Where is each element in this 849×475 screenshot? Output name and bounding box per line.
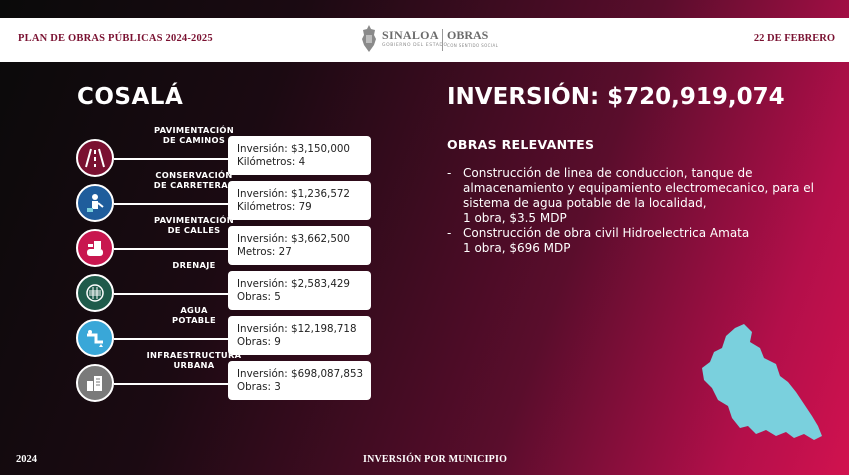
category-row-infraestructura-urbana: INFRAESTRUCTURA URBANA Inversión: $698,0… xyxy=(76,350,376,404)
road-icon xyxy=(76,139,114,177)
state-seal-icon xyxy=(362,25,376,52)
obras-relevantes-title: OBRAS RELEVANTES xyxy=(447,137,595,152)
investment-value: Inversión: $12,198,718 xyxy=(237,323,357,335)
investment-value: Inversión: $3,150,000 xyxy=(237,143,350,155)
logo-department: OBRAS xyxy=(447,28,489,42)
investment-value: Inversión: $3,662,500 xyxy=(237,233,350,245)
roller-icon xyxy=(76,229,114,267)
investment-value: Inversión: $1,236,572 xyxy=(237,188,350,200)
quantity-value: Kilómetros: 4 xyxy=(237,156,306,168)
quantity-value: Obras: 5 xyxy=(237,291,281,303)
date-label: 22 DE FEBRERO xyxy=(753,33,835,44)
investment-value: Inversión: $2,583,429 xyxy=(237,278,350,290)
municipio-title: COSALÁ xyxy=(77,84,184,110)
logo-brand: SINALOA xyxy=(382,28,439,42)
obra-text: Construcción de linea de conduccion, tan… xyxy=(463,166,814,225)
worker-icon xyxy=(76,184,114,222)
header-bar: PLAN DE OBRAS PÚBLICAS 2024-2025 SINALOA… xyxy=(0,18,849,62)
quantity-value: Obras: 9 xyxy=(237,336,281,348)
category-label: DRENAJE xyxy=(172,260,216,270)
water-pipe-icon xyxy=(76,319,114,357)
logo-divider xyxy=(442,29,443,51)
plan-title: PLAN DE OBRAS PÚBLICAS 2024-2025 xyxy=(18,33,213,44)
quantity-value: Kilómetros: 79 xyxy=(237,201,312,213)
government-logo: SINALOA GOBIERNO DEL ESTADO OBRAS CON SE… xyxy=(361,23,501,57)
investment-value: Inversión: $698,087,853 xyxy=(237,368,364,380)
logo-department-subtitle: CON SENTIDO SOCIAL xyxy=(447,43,499,48)
buildings-icon xyxy=(76,364,114,402)
obra-text: Construcción de obra civil Hidroelectric… xyxy=(463,226,750,255)
footer-caption: INVERSIÓN POR MUNICIPIO xyxy=(363,454,508,465)
quantity-value: Obras: 3 xyxy=(237,381,281,393)
list-item: - Construcción de obra civil Hidroelectri… xyxy=(447,226,827,256)
logo-subtitle: GOBIERNO DEL ESTADO xyxy=(382,43,448,48)
quantity-value: Metros: 27 xyxy=(237,246,292,258)
category-card: Inversión: $698,087,853 Obras: 3 xyxy=(228,361,371,400)
list-item: - Construcción de linea de conduccion, ta… xyxy=(447,166,827,226)
drain-icon xyxy=(76,274,114,312)
municipality-map-icon xyxy=(702,324,822,440)
total-investment: INVERSIÓN: $720,919,074 xyxy=(447,84,785,110)
obras-relevantes-list: - Construcción de linea de conduccion, ta… xyxy=(447,166,827,256)
footer-year: 2024 xyxy=(16,454,37,465)
